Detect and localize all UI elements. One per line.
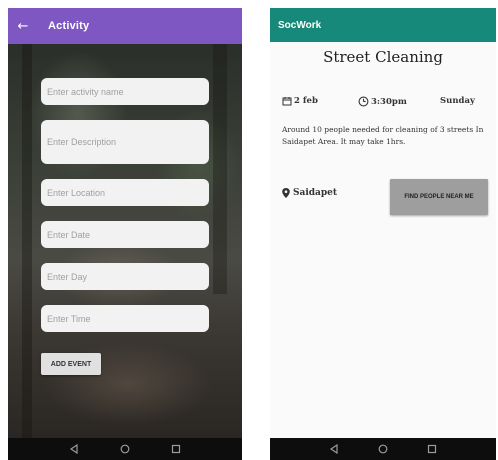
description-placeholder: Enter Description [47,137,117,147]
location-input[interactable]: Enter Location [41,179,209,206]
back-triangle-icon[interactable] [327,442,341,456]
find-people-near-me-button[interactable]: FIND PEOPLE NEAR ME [390,179,488,215]
tree-trunk [213,44,227,294]
tree-trunk [22,44,32,438]
appbar-title: SocWork [278,19,322,31]
add-event-button[interactable]: ADD EVENT [41,353,101,375]
time-input[interactable]: Enter Time [41,305,209,332]
event-time: 3:30pm [358,96,407,107]
location-placeholder: Enter Location [47,187,106,198]
event-day-text: Sunday [440,96,475,106]
event-time-text: 3:30pm [371,96,407,107]
time-placeholder: Enter Time [47,313,91,324]
arrow-back-icon[interactable]: ← [8,19,38,34]
activity-name-input[interactable]: Enter activity name [41,78,209,105]
location-pin-icon [282,188,290,198]
back-triangle-icon[interactable] [67,442,81,456]
event-day: Sunday [440,96,475,106]
description-input[interactable]: Enter Description [41,120,209,164]
home-circle-icon[interactable] [118,442,132,456]
calendar-icon [282,97,292,106]
activity-screen: ← Activity Enter activity name Enter Des… [8,8,242,460]
date-placeholder: Enter Date [47,229,91,240]
activity-appbar: ← Activity [8,8,242,44]
event-description: Around 10 people needed for cleaning of … [282,125,484,146]
date-input[interactable]: Enter Date [41,221,209,248]
event-location-text: Saidapet [293,188,338,198]
event-location: Saidapet [282,188,337,198]
day-placeholder: Enter Day [47,271,88,282]
recents-square-icon[interactable] [169,442,183,456]
clock-icon [358,96,369,107]
home-circle-icon[interactable] [376,442,390,456]
event-detail-screen: SocWork Street Cleaning 2 feb 3:30pm Sun… [270,8,496,460]
appbar-title: Activity [48,20,90,32]
system-navbar [270,438,496,460]
event-date: 2 feb [282,96,318,106]
recents-square-icon[interactable] [425,442,439,456]
system-navbar [8,438,242,460]
socwork-appbar: SocWork [270,8,496,42]
event-title: Street Cleaning [323,48,443,66]
day-input[interactable]: Enter Day [41,263,209,290]
event-date-text: 2 feb [294,96,318,106]
activity-name-placeholder: Enter activity name [47,86,124,97]
